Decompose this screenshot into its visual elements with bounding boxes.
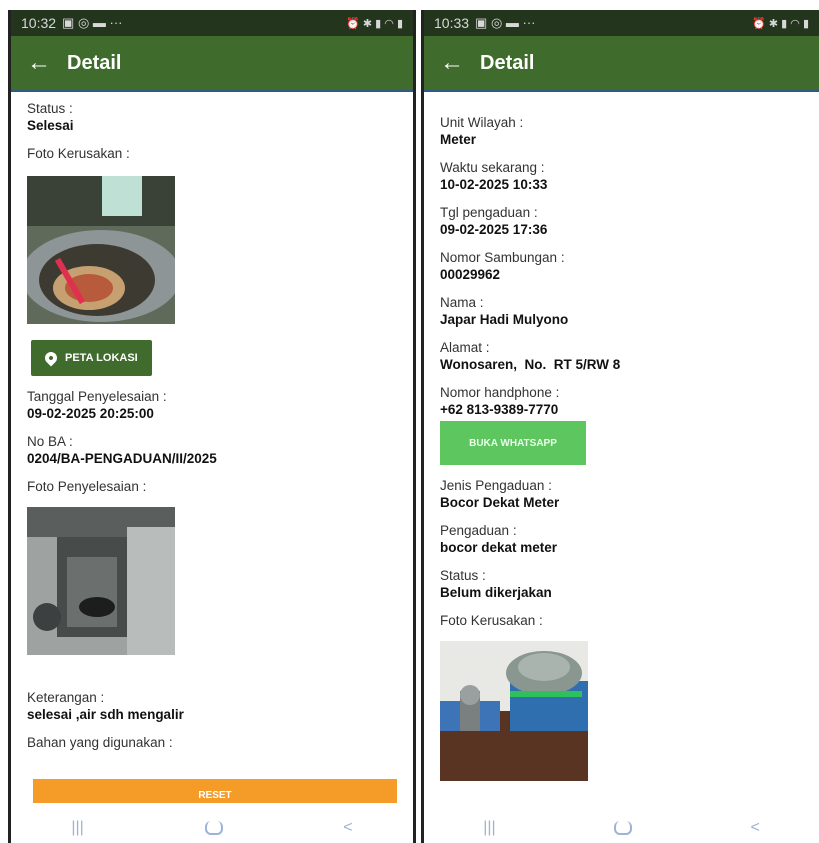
field-value: Belum dikerjakan <box>440 585 552 600</box>
page-title: Detail <box>480 51 535 74</box>
field-value: selesai ,air sdh mengalir <box>27 707 184 722</box>
nav-bar: ||| < <box>11 813 413 843</box>
foto-penyelesaian-label: Foto Penyelesaian : <box>27 479 147 494</box>
field-tanggal-penyelesaian: Tanggal Penyelesaian : 09-02-2025 20:25:… <box>27 388 413 423</box>
recents-icon[interactable]: ||| <box>483 819 495 837</box>
system-icons: ⏰ ✱ ▮ ◠ ▮ <box>346 17 403 30</box>
foto-kerusakan-label: Foto Kerusakan : <box>27 146 130 161</box>
field-jenis-pengaduan: Jenis Pengaduan : Bocor Dekat Meter <box>440 477 819 512</box>
field-value: +62 813-9389-7770 <box>440 402 559 417</box>
left-screen: 10:32 ▣ ◎ ▬ ··· ⏰ ✱ ▮ ◠ ▮ ← Detail Statu… <box>8 10 416 843</box>
field-label: Alamat : <box>440 340 490 355</box>
field-value: 00029962 <box>440 267 501 282</box>
field-label: Unit Wilayah : <box>440 115 524 130</box>
damage-photo[interactable] <box>27 176 175 324</box>
system-icons: ⏰ ✱ ▮ ◠ ▮ <box>752 17 809 30</box>
field-nama: Nama : Japar Hadi Mulyono <box>440 294 819 329</box>
field-status: Status : Belum dikerjakan <box>440 567 819 602</box>
field-alamat: Alamat : Wonosaren, No. RT 5/RW 8 <box>440 339 819 374</box>
foto-kerusakan-label: Foto Kerusakan : <box>440 613 543 628</box>
field-value: Meter <box>440 132 477 147</box>
field-value: Bocor Dekat Meter <box>440 495 560 510</box>
field-value: Wonosaren, No. RT 5/RW 8 <box>440 357 621 372</box>
field-value: bocor dekat meter <box>440 540 558 555</box>
notification-icons: ▣ ◎ ▬ ··· <box>62 15 123 30</box>
field-label: Nomor Sambungan : <box>440 250 565 265</box>
page-title: Detail <box>67 51 122 74</box>
recents-icon[interactable]: ||| <box>71 819 83 837</box>
peta-lokasi-label: PETA LOKASI <box>65 352 138 364</box>
field-value: Selesai <box>27 118 74 133</box>
field-label: Pengaduan : <box>440 523 517 538</box>
home-icon[interactable] <box>204 821 223 835</box>
field-pengaduan: Pengaduan : bocor dekat meter <box>440 522 819 557</box>
app-bar: ← Detail <box>424 36 819 92</box>
app-bar: ← Detail <box>11 36 413 92</box>
peta-lokasi-button[interactable]: PETA LOKASI <box>31 340 152 376</box>
whatsapp-button[interactable]: BUKA WHATSAPP <box>440 421 586 465</box>
field-value: Japar Hadi Mulyono <box>440 312 569 327</box>
status-bar: 10:33 ▣ ◎ ▬ ··· ⏰ ✱ ▮ ◠ ▮ <box>424 10 819 36</box>
location-pin-icon <box>42 349 60 367</box>
field-value: 09-02-2025 20:25:00 <box>27 406 154 421</box>
bahan-label: Bahan yang digunakan : <box>27 735 173 750</box>
field-label: Tanggal Penyelesaian : <box>27 389 167 404</box>
detail-content: Status : Selesai Foto Kerusakan : PETA L… <box>11 92 413 817</box>
field-no-ba: No BA : 0204/BA-PENGADUAN/II/2025 <box>27 433 413 468</box>
reset-button[interactable]: RESET <box>33 779 397 803</box>
back-nav-icon[interactable]: < <box>343 819 352 837</box>
back-arrow-icon[interactable]: ← <box>11 49 67 77</box>
status-bar: 10:32 ▣ ◎ ▬ ··· ⏰ ✱ ▮ ◠ ▮ <box>11 10 413 36</box>
home-icon[interactable] <box>614 821 633 835</box>
field-waktu-sekarang: Waktu sekarang : 10-02-2025 10:33 <box>440 159 819 194</box>
field-value: 10-02-2025 10:33 <box>440 177 548 192</box>
field-keterangan: Keterangan : selesai ,air sdh mengalir <box>27 689 413 724</box>
reset-label: RESET <box>198 790 232 801</box>
back-nav-icon[interactable]: < <box>750 819 759 837</box>
status-time: 10:32 <box>21 15 57 31</box>
field-label: Status : <box>27 101 73 116</box>
field-label: Jenis Pengaduan : <box>440 478 552 493</box>
field-label: Tgl pengaduan : <box>440 205 538 220</box>
field-label: Status : <box>440 568 486 583</box>
notification-icons: ▣ ◎ ▬ ··· <box>475 15 536 30</box>
field-label: No BA : <box>27 434 73 449</box>
field-value: 0204/BA-PENGADUAN/II/2025 <box>27 451 217 466</box>
damage-photo[interactable] <box>440 641 588 789</box>
right-screen: 10:33 ▣ ◎ ▬ ··· ⏰ ✱ ▮ ◠ ▮ ← Detail Unit … <box>421 10 819 843</box>
field-label: Nomor handphone : <box>440 385 560 400</box>
field-nomor-sambungan: Nomor Sambungan : 00029962 <box>440 249 819 284</box>
whatsapp-label: BUKA WHATSAPP <box>469 437 557 449</box>
completion-photo[interactable] <box>27 507 175 655</box>
field-label: Keterangan : <box>27 690 105 705</box>
detail-content: Unit Wilayah : Meter Waktu sekarang : 10… <box>424 92 819 817</box>
field-tgl-pengaduan: Tgl pengaduan : 09-02-2025 17:36 <box>440 204 819 239</box>
status-time: 10:33 <box>434 15 470 31</box>
field-unit-wilayah: Unit Wilayah : Meter <box>440 114 819 149</box>
field-status: Status : Selesai <box>27 100 413 135</box>
field-value: 09-02-2025 17:36 <box>440 222 548 237</box>
field-nomor-handphone: Nomor handphone : +62 813-9389-7770 <box>440 384 819 419</box>
field-label: Waktu sekarang : <box>440 160 545 175</box>
back-arrow-icon[interactable]: ← <box>424 49 480 77</box>
field-label: Nama : <box>440 295 484 310</box>
nav-bar: ||| < <box>424 813 819 843</box>
